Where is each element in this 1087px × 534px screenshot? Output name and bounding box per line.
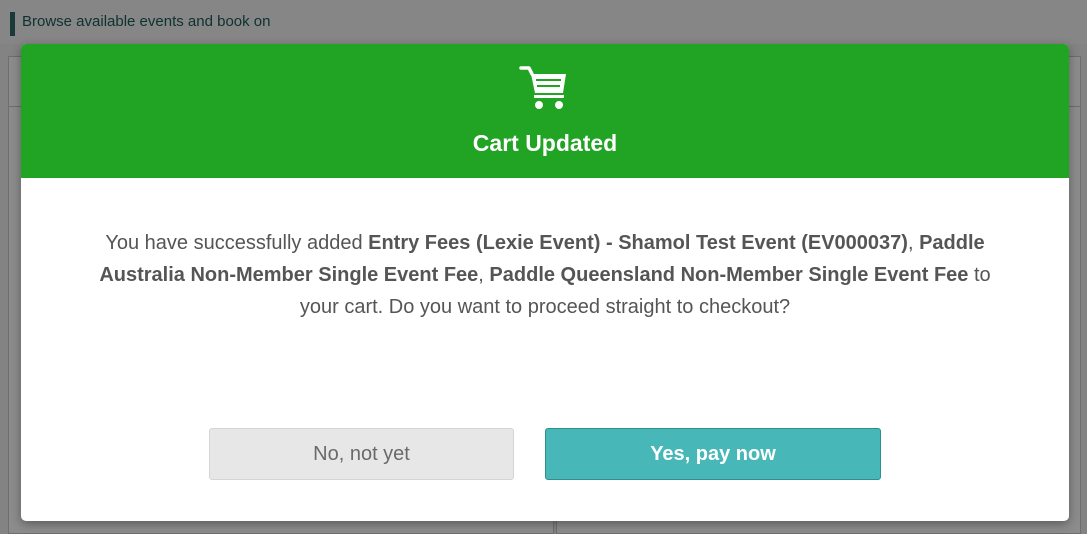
cart-item-paddle-queensland-fee: Paddle Queensland Non-Member Single Even…	[489, 264, 969, 286]
pay-now-button[interactable]: Yes, pay now	[545, 428, 881, 480]
page: Browse available events and book on Cart…	[0, 0, 1087, 534]
message-separator: ,	[478, 264, 490, 286]
message-prefix: You have successfully added	[105, 232, 369, 254]
dialog-title: Cart Updated	[472, 130, 618, 156]
not-yet-button[interactable]: No, not yet	[209, 428, 514, 480]
cart-updated-dialog: Cart Updated You have successfully added…	[21, 44, 1069, 521]
dialog-header: Cart Updated	[21, 44, 1069, 178]
message-separator: ,	[907, 232, 920, 254]
dialog-message: You have successfully added Entry Fees (…	[81, 227, 1009, 323]
shopping-cart-icon	[519, 66, 566, 109]
cart-item-entry-fees: Entry Fees (Lexie Event) - Shamol Test E…	[368, 232, 908, 254]
